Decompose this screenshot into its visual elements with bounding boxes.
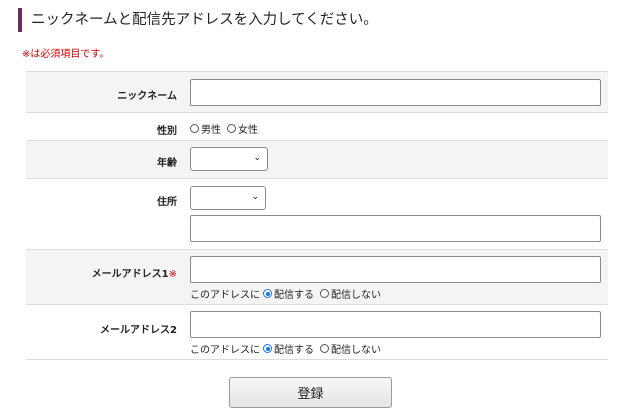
radio-unchecked-icon[interactable] [227,124,236,133]
email1-input[interactable] [190,256,601,283]
email2-no-deliver-option[interactable]: 配信しない [320,341,381,356]
email2-input[interactable] [190,311,601,338]
register-button[interactable]: 登録 [229,377,392,408]
nickname-label: ニックネーム [117,91,177,102]
address-input[interactable] [190,215,601,242]
gender-option-male[interactable]: 男性 [190,121,221,136]
email1-no-deliver-option[interactable]: 配信しない [320,286,381,301]
email1-label-text: メールアドレス1 [91,269,169,280]
age-label: 年齢 [157,158,177,169]
nickname-input[interactable] [190,79,601,106]
email2-deliver-option[interactable]: 配信する [263,341,314,356]
prefecture-select[interactable]: ⌄ [190,186,266,210]
radio-unchecked-icon[interactable] [320,289,329,298]
gender-option-female[interactable]: 女性 [227,121,258,136]
email1-deliver-option[interactable]: 配信する [263,286,314,301]
email2-no-deliver-label: 配信しない [331,345,381,356]
gender-label: 性別 [157,126,177,137]
registration-form: ニックネーム 性別 男性 女性 年齢 ⌄ 住所 ⌄ メールアドレス1※ このアド… [26,71,608,360]
radio-checked-icon[interactable] [263,344,272,353]
chevron-down-icon: ⌄ [251,192,259,202]
required-mark: ※ [168,269,177,280]
email1-label: メールアドレス1※ [92,265,177,280]
radio-unchecked-icon[interactable] [320,344,329,353]
email1-delivery-prefix: このアドレスに [190,290,260,301]
row-email2: メールアドレス2 このアドレスに 配信する 配信しない [26,305,608,360]
email2-delivery-prefix: このアドレスに [190,345,260,356]
gender-radio-group: 男性 女性 [190,121,261,136]
radio-unchecked-icon[interactable] [190,124,199,133]
row-address: 住所 ⌄ [26,179,608,250]
email1-no-deliver-label: 配信しない [331,290,381,301]
email1-deliver-label: 配信する [274,290,314,301]
row-email1: メールアドレス1※ このアドレスに 配信する 配信しない [26,250,608,305]
address-label: 住所 [157,197,177,208]
page-title: ニックネームと配信先アドレスを入力してください。 [18,8,608,32]
email2-deliver-label: 配信する [274,345,314,356]
gender-option-label: 男性 [201,125,221,136]
row-gender: 性別 男性 女性 [26,113,608,141]
row-age: 年齢 ⌄ [26,141,608,179]
radio-checked-icon[interactable] [263,289,272,298]
required-note: ※は必須項目です。 [22,49,110,60]
email2-delivery-group: このアドレスに 配信する 配信しない [190,341,384,356]
gender-option-label: 女性 [238,125,258,136]
chevron-down-icon: ⌄ [253,153,261,163]
email1-delivery-group: このアドレスに 配信する 配信しない [190,286,384,301]
row-nickname: ニックネーム [26,72,608,113]
email2-label: メールアドレス2 [100,325,177,336]
age-select[interactable]: ⌄ [190,147,268,171]
